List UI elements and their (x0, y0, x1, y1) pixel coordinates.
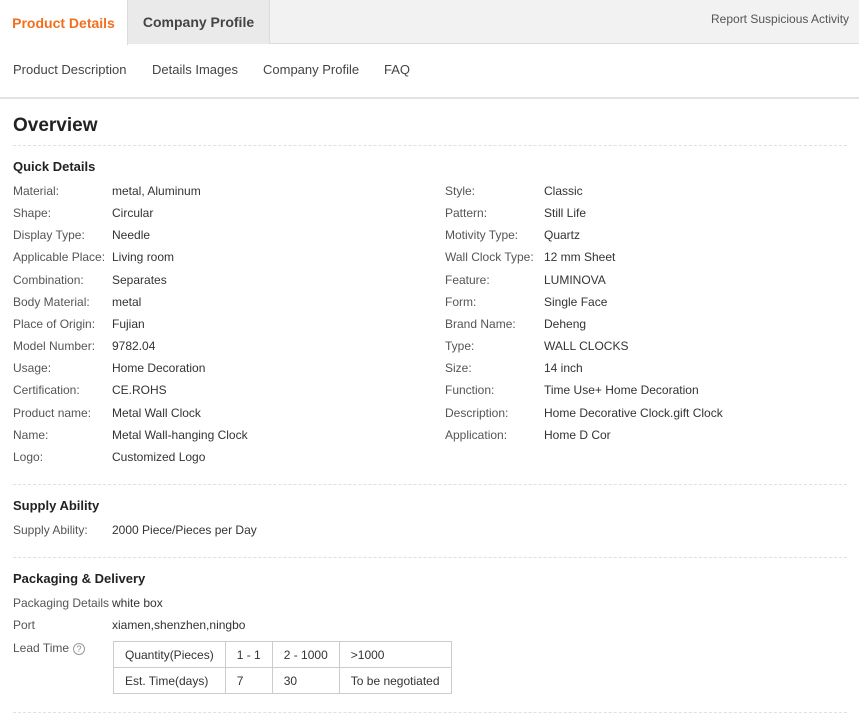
detail-value: Single Face (544, 295, 608, 309)
detail-label: Product name: (13, 406, 92, 420)
detail-label: Function: (445, 383, 495, 397)
detail-value: 9782.04 (112, 339, 156, 353)
packaging-details-label: Packaging Details (13, 596, 110, 610)
supply-ability-label: Supply Ability: (13, 523, 88, 537)
detail-value: Circular (112, 206, 154, 220)
detail-label: Brand Name: (445, 317, 516, 331)
detail-label: Form: (445, 295, 477, 309)
table-cell: >1000 (338, 641, 452, 668)
detail-value: Home D Cor (544, 428, 611, 442)
lead-time-label: Lead Time? (13, 641, 110, 655)
detail-label: Place of Origin: (13, 317, 96, 331)
detail-value: Separates (112, 273, 167, 287)
detail-label: Shape: (13, 206, 52, 220)
report-suspicious-activity-link[interactable]: Report Suspicious Activity (711, 12, 851, 26)
tab-bar: Product Details Company Profile Report S… (0, 0, 859, 45)
divider (13, 145, 847, 146)
detail-value: WALL CLOCKS (544, 339, 629, 353)
nav-product-description[interactable]: Product Description (13, 62, 126, 77)
detail-label: Name: (13, 428, 49, 442)
nav-company-profile[interactable]: Company Profile (263, 62, 359, 77)
detail-value: Living room (112, 250, 175, 264)
detail-value: Needle (112, 228, 151, 242)
detail-label: Motivity Type: (445, 228, 519, 242)
detail-value: Still Life (544, 206, 587, 220)
table-cell: 30 (271, 667, 340, 694)
detail-value: Home Decorative Clock.gift Clock (544, 406, 723, 420)
detail-value: Metal Wall Clock (112, 406, 201, 420)
detail-label: Style: (445, 184, 476, 198)
detail-label: Feature: (445, 273, 490, 287)
detail-value: Fujian (112, 317, 145, 331)
anchor-nav: Product Description Details Images Compa… (0, 44, 859, 99)
packaging-delivery-title: Packaging & Delivery (13, 571, 146, 586)
overview-title: Overview (13, 115, 98, 136)
detail-value: metal, Aluminum (112, 184, 201, 198)
tab-product-details[interactable]: Product Details (0, 0, 128, 45)
table-cell: 7 (224, 667, 273, 694)
detail-label: Certification: (13, 383, 80, 397)
detail-label: Description: (445, 406, 509, 420)
detail-label: Wall Clock Type: (445, 250, 534, 264)
nav-faq[interactable]: FAQ (384, 62, 410, 77)
packaging-details-value: white box (112, 596, 163, 610)
detail-value: Home Decoration (112, 361, 206, 375)
detail-label: Type: (445, 339, 475, 353)
port-value: xiamen,shenzhen,ningbo (112, 618, 246, 632)
table-cell: 1 - 1 (224, 641, 273, 668)
detail-value: Classic (544, 184, 583, 198)
detail-label: Material: (13, 184, 60, 198)
table-cell: To be negotiated (338, 667, 452, 694)
nav-details-images[interactable]: Details Images (152, 62, 238, 77)
supply-ability-value: 2000 Piece/Pieces per Day (112, 523, 257, 537)
divider (13, 712, 847, 713)
table-row: Est. Time(days) 7 30 To be negotiated (113, 667, 452, 694)
detail-label: Model Number: (13, 339, 96, 353)
table-cell: Est. Time(days) (113, 667, 226, 694)
supply-ability-title: Supply Ability (13, 498, 100, 513)
lead-time-text: Lead Time (13, 641, 70, 655)
detail-label: Display Type: (13, 228, 85, 242)
divider (13, 557, 847, 558)
detail-label: Pattern: (445, 206, 488, 220)
tab-company-profile[interactable]: Company Profile (128, 0, 270, 44)
detail-label: Application: (445, 428, 508, 442)
detail-value: 14 inch (544, 361, 583, 375)
detail-value: Deheng (544, 317, 587, 331)
detail-label: Combination: (13, 273, 84, 287)
table-cell: Quantity(Pieces) (113, 641, 226, 668)
lead-time-table: Quantity(Pieces) 1 - 1 2 - 1000 >1000 Es… (113, 641, 452, 694)
port-label: Port (13, 618, 36, 632)
detail-value: Quartz (544, 228, 581, 242)
detail-label: Applicable Place: (13, 250, 106, 264)
table-cell: 2 - 1000 (271, 641, 340, 668)
detail-label: Logo: (13, 450, 44, 464)
detail-label: Usage: (13, 361, 52, 375)
table-row: Quantity(Pieces) 1 - 1 2 - 1000 >1000 (113, 641, 452, 668)
detail-value: Time Use+ Home Decoration (544, 383, 699, 397)
detail-value: metal (112, 295, 142, 309)
divider (13, 484, 847, 485)
detail-label: Size: (445, 361, 472, 375)
quick-details-title: Quick Details (13, 159, 96, 174)
detail-value: 12 mm Sheet (544, 250, 616, 264)
detail-value: LUMINOVA (544, 273, 606, 287)
detail-value: Metal Wall-hanging Clock (112, 428, 248, 442)
detail-value: Customized Logo (112, 450, 206, 464)
question-circle-icon[interactable]: ? (73, 642, 86, 655)
detail-value: CE.ROHS (112, 383, 167, 397)
detail-label: Body Material: (13, 295, 90, 309)
